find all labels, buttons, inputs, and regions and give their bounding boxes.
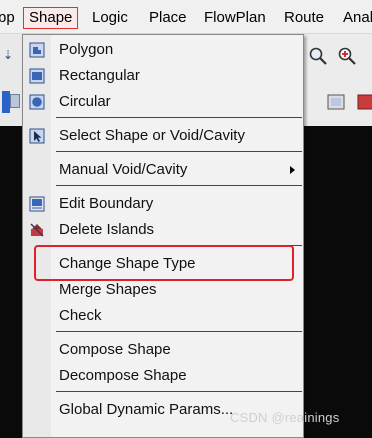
menu-item-label: Compose Shape [59, 341, 171, 358]
toolbar-arrow-icon[interactable]: ⇣ [3, 48, 17, 62]
submenu-arrow-icon [290, 166, 295, 174]
menu-item-map[interactable]: ɒp [0, 8, 15, 28]
watermark: CSDN @reainings [230, 410, 340, 425]
toolbar-panel-icon[interactable] [10, 94, 20, 108]
menu-separator [56, 185, 302, 186]
edit-boundary-icon [28, 195, 46, 213]
menu-item-label: Check [59, 307, 102, 324]
menu-separator [56, 331, 302, 332]
menu-item-check[interactable]: Check [23, 303, 303, 329]
menu-item-rectangular[interactable]: Rectangular [23, 63, 303, 89]
menu-item-circular[interactable]: Circular [23, 89, 303, 115]
menu-separator [56, 151, 302, 152]
menu-bar: ɒp Shape Logic Place FlowPlan Route Anal [0, 0, 372, 34]
menu-item-label: Global Dynamic Params... [59, 401, 234, 418]
toolbar-right [304, 34, 372, 126]
delete-islands-icon [28, 221, 46, 239]
menu-item-label: Select Shape or Void/Cavity [59, 127, 245, 144]
menu-item-label: Manual Void/Cavity [59, 161, 188, 178]
menu-item-route[interactable]: Route [284, 8, 324, 28]
menu-item-compose-shape[interactable]: Compose Shape [23, 337, 303, 363]
menu-item-manual-void-cavity[interactable]: Manual Void/Cavity [23, 157, 303, 183]
menu-separator [56, 391, 302, 392]
menu-item-label: Decompose Shape [59, 367, 187, 384]
menu-item-label: Circular [59, 93, 111, 110]
highlight-box [34, 245, 294, 281]
menu-item-select-shape-or-void[interactable]: Select Shape or Void/Cavity [23, 123, 303, 149]
menu-item-label: Polygon [59, 41, 114, 58]
menu-item-edit-boundary[interactable]: Edit Boundary [23, 191, 303, 217]
toolbar-layer-icon[interactable] [2, 91, 10, 113]
menu-item-shape[interactable]: Shape [23, 7, 79, 29]
polygon-icon [28, 41, 46, 59]
menu-item-analyze[interactable]: Anal [343, 8, 372, 28]
rectangle-icon [28, 67, 46, 85]
select-arrow-icon [28, 127, 46, 145]
menu-item-flowplan[interactable]: FlowPlan [204, 8, 266, 28]
zoom-in-icon[interactable] [335, 44, 359, 68]
menu-item-label: Edit Boundary [59, 195, 154, 212]
window-icon[interactable] [324, 90, 348, 114]
menu-item-label: Delete Islands [59, 221, 155, 238]
shape-dropdown-menu: Polygon Rectangular Circular Select Shap… [22, 34, 304, 438]
menu-item-label: Rectangular [59, 67, 140, 84]
menu-item-logic[interactable]: Logic [92, 8, 128, 28]
record-icon[interactable] [354, 90, 372, 114]
menu-item-delete-islands[interactable]: Delete Islands [23, 217, 303, 243]
menu-item-decompose-shape[interactable]: Decompose Shape [23, 363, 303, 389]
menu-item-label: Merge Shapes [59, 281, 157, 298]
menu-item-polygon[interactable]: Polygon [23, 37, 303, 63]
menu-separator [56, 117, 302, 118]
circle-icon [28, 93, 46, 111]
menu-item-place[interactable]: Place [149, 8, 187, 28]
zoom-fit-icon[interactable] [306, 44, 330, 68]
toolbar-left: ⇣ [0, 34, 22, 126]
